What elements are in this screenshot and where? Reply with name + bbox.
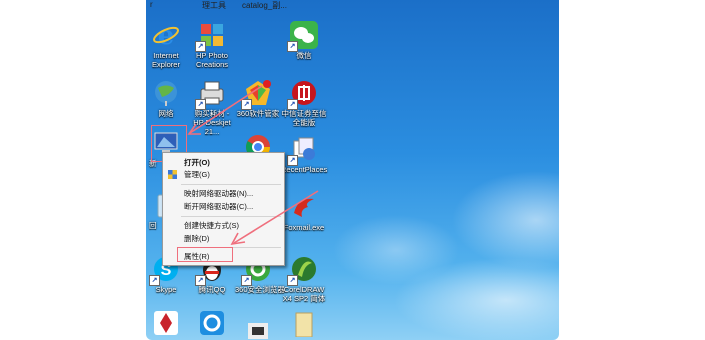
annotation-arrows <box>187 85 319 246</box>
arrow-to-computer <box>189 85 263 134</box>
arrow-to-properties <box>233 190 319 244</box>
